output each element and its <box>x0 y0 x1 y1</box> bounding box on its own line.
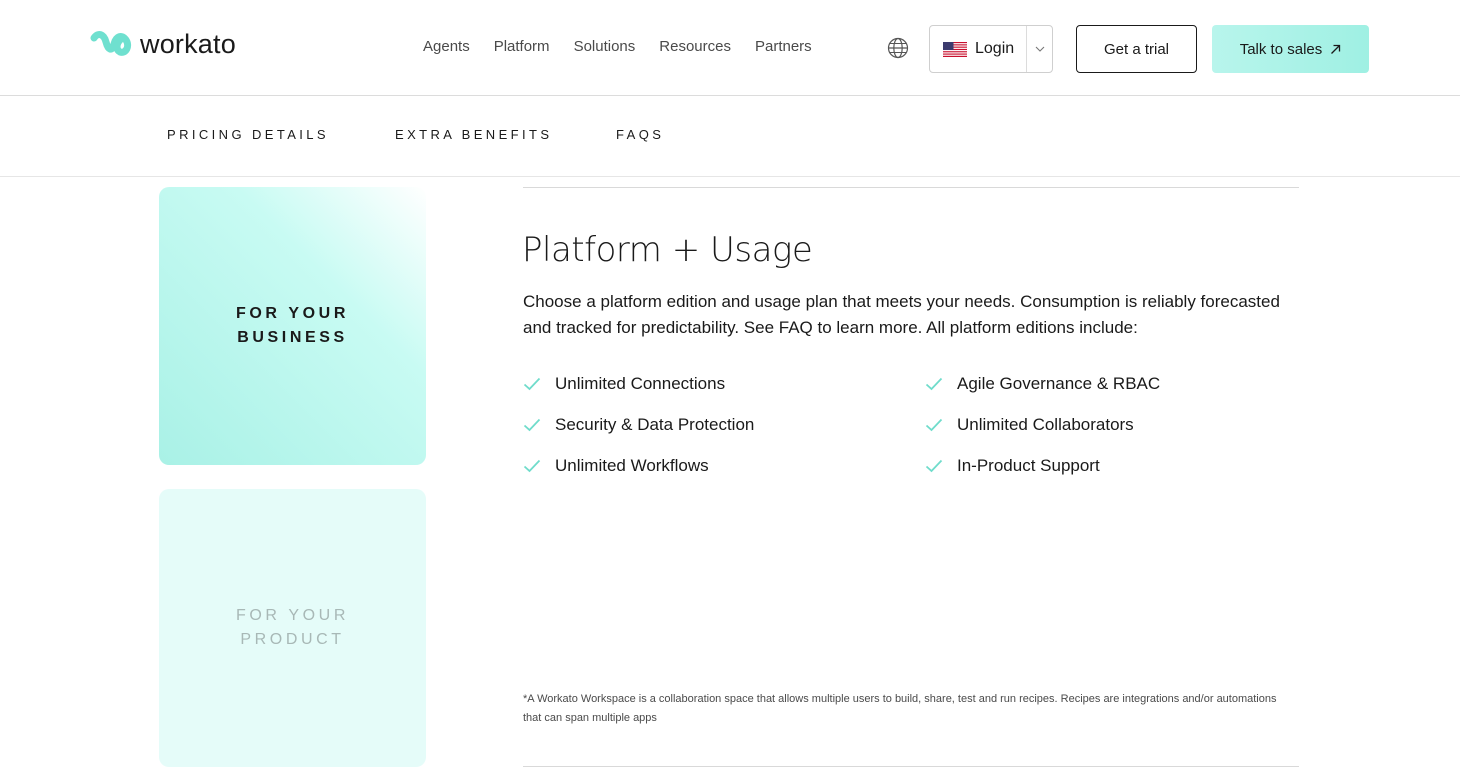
feature-label: Security & Data Protection <box>555 415 755 434</box>
subnav-extra-benefits[interactable]: EXTRA BENEFITS <box>395 127 552 142</box>
talk-to-sales-button[interactable]: Talk to sales <box>1212 25 1369 73</box>
feature-label: Agile Governance & RBAC <box>957 374 1161 393</box>
globe-icon[interactable] <box>887 37 909 59</box>
tab-label: FOR YOUR BUSINESS <box>236 305 349 346</box>
tab-for-your-business[interactable]: FOR YOUR BUSINESS <box>159 187 426 465</box>
feature-label: Unlimited Collaborators <box>957 415 1134 434</box>
divider <box>523 766 1299 767</box>
check-icon <box>925 377 943 391</box>
section-title: Platform + Usage <box>522 230 813 270</box>
divider <box>523 187 1299 188</box>
subnav-pricing-details[interactable]: PRICING DETAILS <box>167 127 329 142</box>
tab-for-your-product[interactable]: FOR YOUR PRODUCT <box>159 489 426 767</box>
get-trial-button[interactable]: Get a trial <box>1076 25 1197 73</box>
workato-logo[interactable]: workato <box>90 28 236 60</box>
section-subnav: PRICING DETAILS EXTRA BENEFITS FAQS <box>0 96 1460 177</box>
workato-logo-icon <box>90 31 132 56</box>
feature-item: In-Product Support <box>925 456 1100 476</box>
feature-label: Unlimited Workflows <box>555 456 709 475</box>
section-description: Choose a platform edition and usage plan… <box>523 292 1280 337</box>
site-header: workato Agents Platform Solutions Resour… <box>0 0 1460 96</box>
nav-agents[interactable]: Agents <box>423 38 470 55</box>
check-icon <box>925 418 943 432</box>
feature-item: Unlimited Connections <box>523 374 725 394</box>
main-nav: Agents Platform Solutions Resources Part… <box>423 38 836 55</box>
tab-label: FOR YOUR PRODUCT <box>236 607 349 648</box>
talk-to-sales-label: Talk to sales <box>1239 40 1323 58</box>
nav-partners[interactable]: Partners <box>755 38 812 55</box>
chevron-down-icon <box>1035 46 1044 52</box>
subnav-faqs[interactable]: FAQS <box>616 127 664 142</box>
check-icon <box>925 459 943 473</box>
feature-item: Security & Data Protection <box>523 415 754 435</box>
us-flag-icon <box>943 41 967 57</box>
workspace-footnote: *A Workato Workspace is a collaboration … <box>523 693 1277 724</box>
feature-label: In-Product Support <box>957 456 1100 475</box>
nav-platform[interactable]: Platform <box>494 38 550 55</box>
check-icon <box>523 377 541 391</box>
login-button[interactable]: Login <box>930 26 1027 72</box>
login-label: Login <box>975 40 1015 57</box>
nav-resources[interactable]: Resources <box>659 38 731 55</box>
check-icon <box>523 418 541 432</box>
arrow-up-right-icon <box>1331 44 1341 54</box>
feature-label: Unlimited Connections <box>555 374 726 393</box>
nav-solutions[interactable]: Solutions <box>574 38 636 55</box>
feature-item: Unlimited Collaborators <box>925 415 1134 435</box>
login-selector: Login <box>929 25 1053 73</box>
feature-item: Agile Governance & RBAC <box>925 374 1160 394</box>
login-dropdown-toggle[interactable] <box>1027 26 1052 72</box>
check-icon <box>523 459 541 473</box>
logo-text: workato <box>140 28 236 59</box>
feature-item: Unlimited Workflows <box>523 456 709 476</box>
